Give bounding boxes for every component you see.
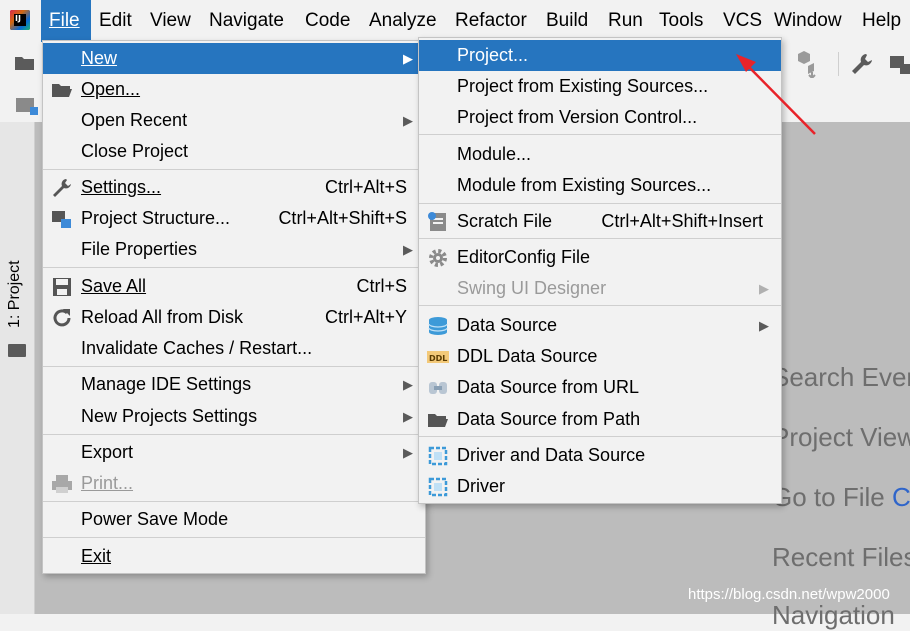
annotation-arrow-icon [736, 54, 816, 135]
watermark: https://blog.csdn.net/wpw2000 [688, 586, 890, 603]
